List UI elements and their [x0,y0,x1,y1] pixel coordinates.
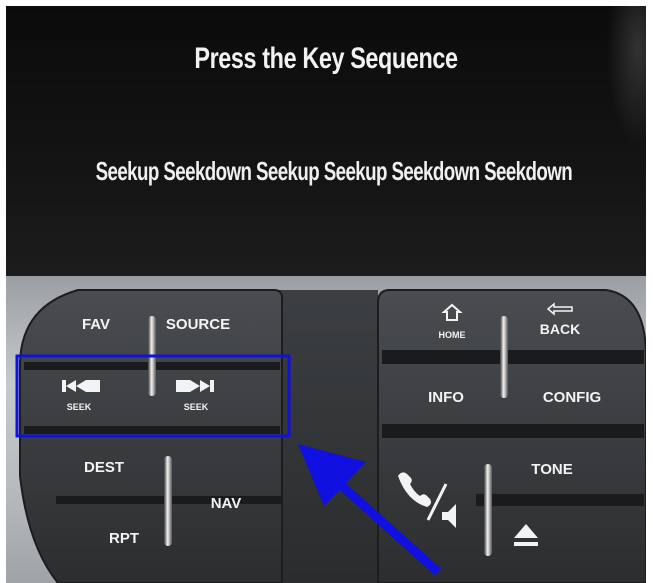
home-label: HOME [439,330,466,340]
seek-forward-label: SEEK [184,402,209,412]
right-chrome-bar-bottom [484,464,492,556]
left-divider-2 [24,426,280,434]
right-divider-1 [382,350,644,364]
config-label: CONFIG [543,389,601,406]
dest-label: DEST [84,459,124,476]
display-screen: Press the Key Sequence Seekup Seekdown S… [6,6,646,276]
fav-button[interactable]: FAV [46,298,146,358]
nav-label: NAV [211,495,242,512]
fav-label: FAV [82,316,110,333]
screen-glare [606,6,646,146]
rpt-button[interactable]: RPT [66,506,166,576]
source-label: SOURCE [166,316,230,333]
console-art: FAV SOURCE SEEK SEEK DEST NAV RPT HOME B… [15,289,646,583]
back-label: BACK [540,321,580,337]
tone-label: TONE [531,461,572,478]
eject-button[interactable] [496,508,642,580]
home-button[interactable]: HOME [382,296,500,350]
config-button[interactable]: CONFIG [510,366,642,422]
nav-button[interactable]: NAV [176,436,280,576]
dest-button[interactable]: DEST [46,436,156,494]
back-button[interactable]: BACK [510,296,642,350]
phone-mute-button[interactable] [382,440,482,580]
right-divider-2 [382,424,644,438]
tone-button[interactable]: TONE [496,440,642,492]
key-sequence-text: Seekup Seekdown Seekup Seekup Seekdown S… [95,156,573,186]
screen-title: Press the Key Sequence [194,42,458,75]
seek-back-button[interactable]: SEEK [24,372,148,424]
control-console: FAV SOURCE SEEK SEEK DEST NAV RPT HOME B… [6,276,646,583]
seek-back-label: SEEK [67,402,92,412]
info-label: INFO [428,389,464,406]
info-button[interactable]: INFO [382,366,500,422]
source-button[interactable]: SOURCE [158,298,276,358]
right-chrome-bar-top [500,316,508,398]
right-divider-3 [476,494,644,506]
rpt-label: RPT [109,530,139,547]
seek-forward-button[interactable]: SEEK [156,372,280,424]
photo: Press the Key Sequence Seekup Seekdown S… [0,0,653,583]
